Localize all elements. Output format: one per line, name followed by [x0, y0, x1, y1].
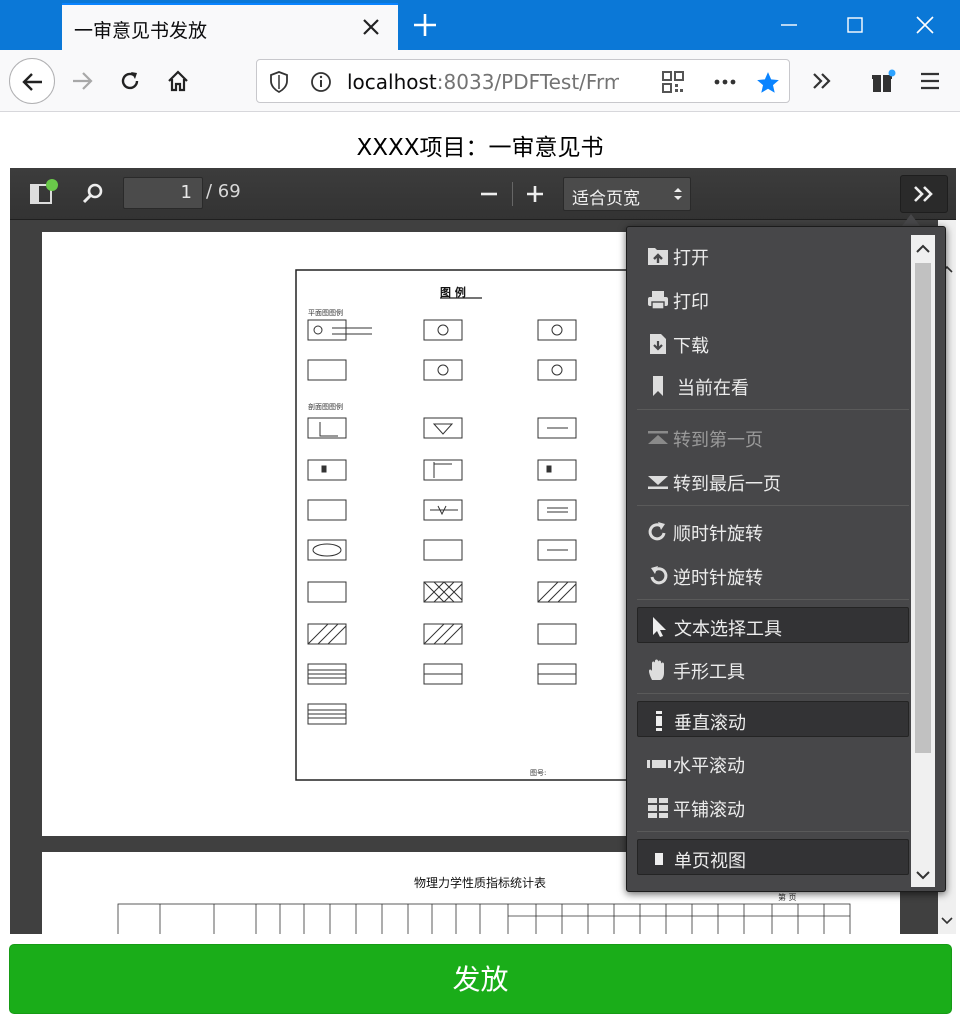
legend-subtitle-section: 剖面图图例: [308, 403, 343, 411]
page-count: / 69: [206, 181, 241, 202]
open-icon: [647, 245, 669, 267]
double-chevron-icon: [914, 186, 933, 202]
menu-item-text-select-tool[interactable]: 文本选择工具: [637, 607, 909, 643]
menu-separator: [637, 693, 909, 694]
url-text[interactable]: localhost:8033/PDFTest/Frm: [347, 70, 619, 94]
menu-item-download[interactable]: 下载: [637, 325, 909, 361]
menu-scrollbar[interactable]: [911, 235, 935, 887]
select-arrows-icon: [674, 188, 682, 200]
site-info-icon[interactable]: [309, 70, 333, 94]
page-title: XXXX项目：一审意见书: [356, 135, 604, 161]
menu-item-open[interactable]: 打开: [637, 237, 909, 273]
menu-item-vertical-scroll[interactable]: 垂直滚动: [637, 701, 909, 737]
pdf-toolbar: 1 / 69 适合页宽: [10, 168, 956, 220]
menu-scroll-down-icon[interactable]: [911, 865, 935, 885]
menu-item-rotate-cw[interactable]: 顺时针旋转: [637, 513, 909, 549]
text-cursor-icon: [648, 616, 670, 638]
bookmark-icon: [647, 375, 669, 397]
bookmark-star-icon[interactable]: [755, 70, 779, 94]
close-window-icon[interactable]: [902, 0, 948, 50]
address-bar[interactable]: localhost:8033/PDFTest/Frm: [256, 59, 790, 103]
menu-item-rotate-ccw[interactable]: 逆时针旋转: [637, 557, 909, 593]
legend-title: 图 例: [440, 286, 466, 299]
menu-separator: [637, 831, 909, 832]
menu-scroll-up-icon[interactable]: [911, 239, 935, 259]
browser-titlebar: 一审意见书发放: [0, 0, 960, 50]
menu-item-hand-tool[interactable]: 手形工具: [637, 651, 909, 687]
tab-close-icon[interactable]: [358, 14, 384, 40]
menu-item-current-view[interactable]: 当前在看: [637, 367, 909, 403]
rotate-cw-icon: [647, 521, 669, 543]
hand-icon: [647, 659, 669, 681]
zoom-in-icon[interactable]: [518, 177, 552, 211]
menu-item-single-page-view[interactable]: 单页视图: [637, 839, 909, 875]
hamburger-menu-icon[interactable]: [910, 61, 950, 101]
first-page-icon: [647, 427, 669, 449]
tracking-protection-icon[interactable]: [267, 70, 291, 94]
new-tab-icon[interactable]: [408, 8, 442, 42]
back-button[interactable]: [9, 58, 55, 104]
zoom-select-value: 适合页宽: [572, 189, 640, 209]
gift-extension-icon[interactable]: [862, 61, 902, 101]
wrapped-scroll-icon: [647, 797, 669, 819]
menu-item-wrapped-scroll[interactable]: 平铺滚动: [637, 789, 909, 825]
secondary-toolbar-toggle-button[interactable]: [900, 175, 948, 213]
horizontal-scroll-icon: [647, 753, 671, 775]
single-page-icon: [648, 848, 670, 870]
scroll-down-arrow-icon[interactable]: [938, 912, 956, 930]
minimize-icon[interactable]: [766, 0, 812, 50]
tab-title: 一审意见书发放: [74, 20, 208, 42]
zoom-select[interactable]: 适合页宽: [563, 177, 691, 211]
menu-separator: [637, 599, 909, 600]
menu-separator: [637, 409, 909, 410]
issue-button[interactable]: 发放: [9, 944, 952, 1014]
menu-separator: [637, 505, 909, 506]
menu-pointer: [902, 214, 920, 226]
overflow-toolbar-icon[interactable]: [802, 61, 842, 101]
menu-scroll-thumb[interactable]: [915, 263, 931, 753]
rotate-ccw-icon: [647, 565, 669, 587]
legend-footer: 图号:: [530, 769, 547, 777]
print-icon: [647, 289, 669, 311]
menu-item-first-page[interactable]: 转到第一页: [637, 419, 909, 455]
page-number-input[interactable]: 1: [123, 177, 203, 209]
qr-code-icon[interactable]: [661, 70, 685, 94]
menu-item-horizontal-scroll[interactable]: 水平滚动: [637, 745, 909, 781]
find-icon[interactable]: [76, 177, 110, 211]
download-icon: [647, 333, 669, 355]
browser-tab[interactable]: 一审意见书发放: [62, 3, 398, 50]
forward-button[interactable]: [62, 61, 102, 101]
maximize-icon[interactable]: [832, 0, 878, 50]
sidebar-toggle-icon[interactable]: [26, 177, 60, 211]
zoom-out-icon[interactable]: [472, 177, 506, 211]
page-actions-icon[interactable]: [713, 70, 737, 94]
reload-button[interactable]: [110, 61, 150, 101]
home-button[interactable]: [158, 61, 198, 101]
browser-navbar: localhost:8033/PDFTest/Frm: [0, 50, 960, 112]
menu-item-last-page[interactable]: 转到最后一页: [637, 463, 909, 499]
secondary-toolbar-menu: 打开 打印 下载 当前在看 转到第一页 转到最后一页 顺时针旋转 逆时针旋转 文…: [626, 226, 946, 892]
toolbar-divider: [512, 182, 513, 206]
menu-item-print[interactable]: 打印: [637, 281, 909, 317]
vertical-scroll-icon: [648, 710, 670, 732]
legend-subtitle-plan: 平面图图例: [308, 309, 343, 317]
last-page-icon: [647, 471, 669, 493]
